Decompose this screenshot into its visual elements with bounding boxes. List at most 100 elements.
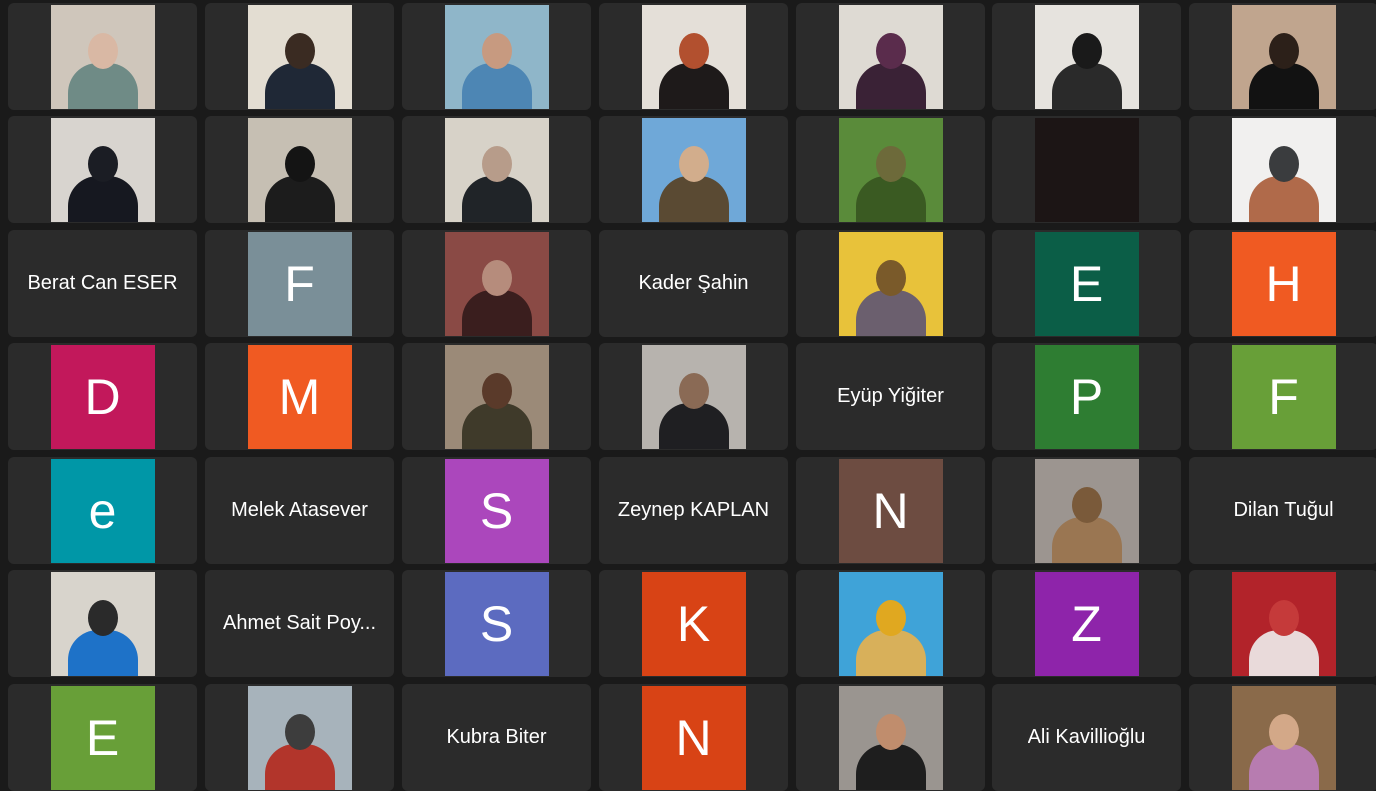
person-silhouette xyxy=(658,175,729,222)
avatar-initial: D xyxy=(50,344,155,449)
participant-video xyxy=(444,117,549,222)
person-head xyxy=(481,259,512,296)
participant-tile[interactable] xyxy=(402,230,591,337)
participant-tile[interactable]: Ahmet Sait Poy... xyxy=(205,570,394,677)
person-silhouette xyxy=(855,175,926,222)
participant-video xyxy=(1034,4,1139,109)
participant-tile[interactable]: F xyxy=(1189,343,1376,450)
participant-tile[interactable]: E xyxy=(992,230,1181,337)
participant-tile[interactable] xyxy=(1189,116,1376,223)
person-head xyxy=(481,32,512,69)
participant-tile[interactable] xyxy=(1189,3,1376,110)
participant-video xyxy=(50,571,155,676)
participant-tile[interactable] xyxy=(8,3,197,110)
participant-video xyxy=(838,231,943,336)
person-silhouette xyxy=(1248,743,1319,790)
participant-video xyxy=(1231,685,1336,790)
participant-tile[interactable] xyxy=(796,684,985,791)
participant-tile[interactable] xyxy=(796,230,985,337)
participant-tile[interactable]: H xyxy=(1189,230,1376,337)
participant-tile[interactable] xyxy=(796,3,985,110)
person-silhouette xyxy=(1248,629,1319,676)
person-silhouette xyxy=(67,175,138,222)
participant-name: Kader Şahin xyxy=(638,272,749,294)
person-silhouette xyxy=(461,62,532,109)
participant-tile[interactable]: D xyxy=(8,343,197,450)
participant-tile[interactable]: Melek Atasever xyxy=(205,457,394,564)
participant-tile[interactable]: S xyxy=(402,570,591,677)
participant-tile[interactable] xyxy=(599,343,788,450)
participant-video xyxy=(641,117,746,222)
avatar-initial: N xyxy=(838,458,943,563)
person-head xyxy=(678,372,709,409)
participant-tile[interactable] xyxy=(1189,570,1376,677)
participant-tile[interactable]: Kubra Biter xyxy=(402,684,591,791)
participant-tile[interactable]: e xyxy=(8,457,197,564)
participant-tile[interactable]: Ali Kavillioğlu xyxy=(992,684,1181,791)
participant-tile[interactable]: Z xyxy=(992,570,1181,677)
participant-tile[interactable] xyxy=(796,116,985,223)
participant-tile[interactable] xyxy=(402,343,591,450)
avatar-initial: E xyxy=(1034,231,1139,336)
participant-tile[interactable]: M xyxy=(205,343,394,450)
person-silhouette xyxy=(461,175,532,222)
participant-tile[interactable] xyxy=(992,457,1181,564)
participant-video xyxy=(641,344,746,449)
participant-tile[interactable]: Dilan Tuğul xyxy=(1189,457,1376,564)
participant-video xyxy=(641,4,746,109)
person-head xyxy=(284,713,315,750)
participant-name: Eyüp Yiğiter xyxy=(837,385,944,407)
person-silhouette xyxy=(1248,62,1319,109)
person-silhouette xyxy=(855,289,926,336)
participant-tile[interactable] xyxy=(599,3,788,110)
participant-tile[interactable]: Zeynep KAPLAN xyxy=(599,457,788,564)
participant-tile[interactable] xyxy=(205,684,394,791)
participant-tile[interactable] xyxy=(205,116,394,223)
participant-tile[interactable] xyxy=(796,570,985,677)
participant-tile[interactable] xyxy=(992,116,1181,223)
participant-tile[interactable]: S xyxy=(402,457,591,564)
avatar-initial: K xyxy=(641,571,746,676)
participant-tile[interactable] xyxy=(402,3,591,110)
participant-tile[interactable] xyxy=(599,116,788,223)
participant-tile[interactable]: P xyxy=(992,343,1181,450)
participant-tile[interactable]: Kader Şahin xyxy=(599,230,788,337)
participant-tile[interactable] xyxy=(1189,684,1376,791)
avatar-initial: H xyxy=(1231,231,1336,336)
participant-tile[interactable] xyxy=(8,570,197,677)
participant-tile[interactable] xyxy=(205,3,394,110)
participant-tile[interactable] xyxy=(992,3,1181,110)
participant-video xyxy=(838,117,943,222)
person-silhouette xyxy=(658,402,729,449)
person-head xyxy=(1268,713,1299,750)
participant-tile[interactable] xyxy=(402,116,591,223)
person-head xyxy=(678,32,709,69)
person-silhouette xyxy=(658,62,729,109)
participant-tile[interactable]: N xyxy=(599,684,788,791)
participant-name: Melek Atasever xyxy=(231,499,368,521)
participant-tile[interactable]: Berat Can ESER xyxy=(8,230,197,337)
avatar-initial: N xyxy=(641,685,746,790)
person-head xyxy=(284,32,315,69)
person-silhouette xyxy=(1248,175,1319,222)
participant-tile[interactable]: Eyüp Yiğiter xyxy=(796,343,985,450)
person-silhouette xyxy=(1051,62,1122,109)
participant-tile[interactable] xyxy=(8,116,197,223)
participant-tile[interactable]: E xyxy=(8,684,197,791)
participant-tile[interactable]: N xyxy=(796,457,985,564)
participant-video xyxy=(1231,571,1336,676)
participant-tile[interactable]: K xyxy=(599,570,788,677)
participant-video xyxy=(247,4,352,109)
participant-name: Ahmet Sait Poy... xyxy=(222,612,377,634)
participant-tile[interactable]: F xyxy=(205,230,394,337)
person-head xyxy=(1071,32,1102,69)
avatar-initial: S xyxy=(444,571,549,676)
person-silhouette xyxy=(855,629,926,676)
participant-video xyxy=(50,117,155,222)
participant-video xyxy=(444,231,549,336)
participant-video xyxy=(247,117,352,222)
avatar-initial: P xyxy=(1034,344,1139,449)
person-head xyxy=(1071,486,1102,523)
participant-video xyxy=(444,344,549,449)
person-silhouette xyxy=(1051,516,1122,563)
